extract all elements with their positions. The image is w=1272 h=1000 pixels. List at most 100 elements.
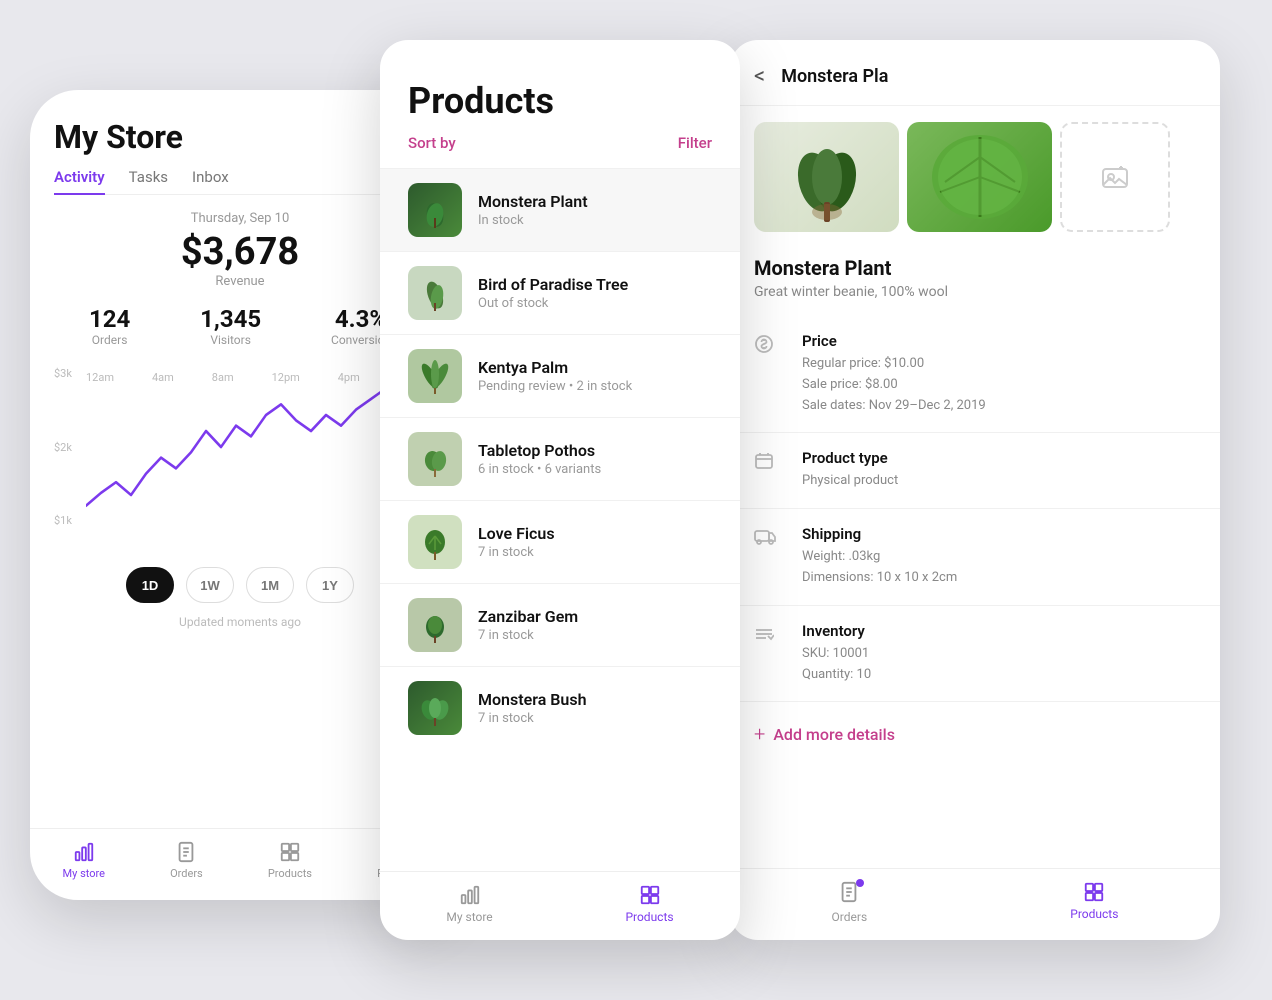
product-status: 7 in stock (478, 711, 712, 726)
tablet-bottom-nav: My store Products (380, 871, 740, 940)
add-image-button[interactable] (1060, 122, 1170, 232)
products-list-panel: Products Sort by Filter Monstera Plant I… (380, 40, 740, 940)
phone-nav-mystore[interactable]: My store (47, 841, 121, 880)
product-thumbnail (408, 432, 462, 486)
inventory-icon (754, 624, 786, 649)
time-1w[interactable]: 1W (186, 567, 234, 603)
product-type-icon (754, 451, 786, 476)
product-status: 7 in stock (478, 628, 712, 643)
back-button[interactable]: < (754, 64, 765, 89)
phone-tabs: Activity Tasks Inbox (54, 160, 426, 195)
visitors-label: Visitors (200, 333, 261, 347)
tablet-nav-products[interactable]: Products (625, 884, 673, 924)
product-image-2[interactable] (907, 122, 1052, 232)
list-item[interactable]: Monstera Plant In stock (380, 168, 740, 251)
shipping-title: Shipping (802, 525, 957, 543)
inventory-quantity: Quantity: 10 (802, 665, 871, 686)
orders-notification-dot (856, 879, 864, 887)
time-1y[interactable]: 1Y (306, 567, 354, 603)
chart-svg-container (86, 367, 426, 527)
product-status: 7 in stock (478, 545, 712, 560)
price-icon (754, 334, 786, 359)
product-name: Monstera Plant (478, 192, 712, 211)
phone-nav-mystore-label: My store (63, 867, 105, 880)
inventory-sku: SKU: 10001 (802, 644, 871, 665)
detail-nav-orders-label: Orders (832, 910, 868, 924)
product-name: Kentya Palm (478, 358, 712, 377)
revenue-label: Revenue (54, 274, 426, 289)
product-status: 6 in stock • 6 variants (478, 462, 712, 477)
price-regular: Regular price: $10.00 (802, 354, 986, 375)
phone-nav-orders-label: Orders (170, 867, 203, 880)
stat-orders: 124 Orders (89, 305, 130, 347)
product-name: Bird of Paradise Tree (478, 275, 712, 294)
shipping-section: Shipping Weight: .03kg Dimensions: 10 x … (730, 509, 1220, 606)
time-1d[interactable]: 1D (126, 567, 174, 603)
add-more-details-label: Add more details (773, 725, 895, 744)
store-name: My Store (54, 118, 426, 156)
product-image-1[interactable] (754, 122, 899, 232)
phone-nav-products-label: Products (268, 867, 312, 880)
shipping-dimensions: Dimensions: 10 x 10 x 2cm (802, 568, 957, 589)
filter-button[interactable]: Filter (678, 134, 712, 152)
product-detail-panel: < Monstera Pla (730, 40, 1220, 940)
list-item[interactable]: Love Ficus 7 in stock (380, 500, 740, 583)
list-item[interactable]: Bird of Paradise Tree Out of stock (380, 251, 740, 334)
product-type-section: Product type Physical product (730, 433, 1220, 509)
price-sale: Sale price: $8.00 (802, 375, 986, 396)
products-icon (279, 841, 301, 863)
stat-visitors: 1,345 Visitors (200, 305, 261, 347)
orders-label: Orders (89, 333, 130, 347)
price-section: Price Regular price: $10.00 Sale price: … (730, 316, 1220, 433)
activity-date: Thursday, Sep 10 (54, 211, 426, 226)
visitors-value: 1,345 (200, 305, 261, 333)
product-name: Zanzibar Gem (478, 607, 712, 626)
product-type-value: Physical product (802, 471, 898, 492)
chart-bar-icon (73, 841, 95, 863)
detail-nav-orders[interactable]: Orders (832, 881, 868, 924)
orders-icon (175, 841, 197, 863)
detail-product-desc: Great winter beanie, 100% wool (730, 284, 1220, 316)
detail-nav-products[interactable]: Products (1070, 881, 1118, 924)
update-text: Updated moments ago (54, 615, 426, 629)
product-images (730, 106, 1220, 248)
plus-icon: + (754, 722, 765, 746)
product-thumbnail (408, 266, 462, 320)
price-dates: Sale dates: Nov 29–Dec 2, 2019 (802, 396, 986, 417)
tab-tasks[interactable]: Tasks (129, 160, 168, 194)
product-status: Out of stock (478, 296, 712, 311)
product-name: Tabletop Pothos (478, 441, 712, 460)
add-more-details-button[interactable]: + Add more details (730, 702, 1220, 766)
shipping-icon (754, 527, 786, 550)
phone-nav-orders[interactable]: Orders (154, 841, 219, 880)
product-status: In stock (478, 213, 712, 228)
detail-bottom-nav: Orders Products (730, 868, 1220, 940)
tablet-nav-mystore-label: My store (446, 910, 492, 924)
stats-row: 124 Orders 1,345 Visitors 4.3% Conversio… (54, 305, 426, 347)
products-title: Products (408, 80, 712, 122)
detail-nav-products-label: Products (1070, 907, 1118, 921)
detail-header-title: Monstera Pla (781, 66, 888, 87)
orders-value: 124 (89, 305, 130, 333)
list-item[interactable]: Monstera Bush 7 in stock (380, 666, 740, 749)
product-thumbnail (408, 598, 462, 652)
product-status: Pending review • 2 in stock (478, 379, 712, 394)
list-item[interactable]: Zanzibar Gem 7 in stock (380, 583, 740, 666)
product-thumbnail (408, 349, 462, 403)
detail-header: < Monstera Pla (730, 40, 1220, 106)
revenue-chart: $3k $2k $1k 12am 4am 8am 12pm 4pm 11pm (54, 367, 426, 547)
tablet-nav-mystore[interactable]: My store (446, 884, 492, 924)
product-thumbnail (408, 515, 462, 569)
list-item[interactable]: Tabletop Pothos 6 in stock • 6 variants (380, 417, 740, 500)
sort-by-button[interactable]: Sort by (408, 134, 456, 152)
products-header: Products Sort by Filter (380, 40, 740, 168)
time-1m[interactable]: 1M (246, 567, 294, 603)
product-type-title: Product type (802, 449, 898, 467)
tab-activity[interactable]: Activity (54, 160, 105, 194)
product-list: Monstera Plant In stock Bird of Paradise… (380, 168, 740, 871)
mystore-icon (459, 884, 481, 906)
sort-filter-row: Sort by Filter (408, 134, 712, 152)
list-item[interactable]: Kentya Palm Pending review • 2 in stock (380, 334, 740, 417)
tab-inbox[interactable]: Inbox (192, 160, 229, 194)
phone-nav-products[interactable]: Products (252, 841, 328, 880)
